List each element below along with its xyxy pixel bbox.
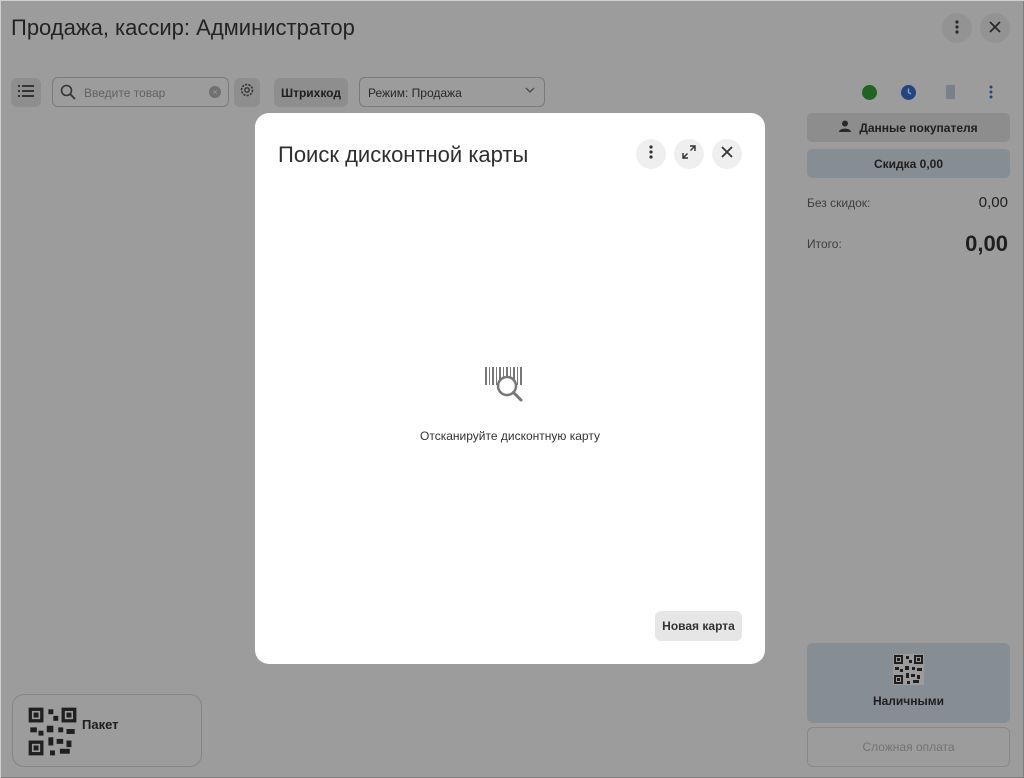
new-card-button[interactable]: Новая карта (655, 611, 742, 641)
dialog-menu-button[interactable] (636, 139, 666, 169)
scan-prompt-text: Отсканируйте дисконтную карту (420, 429, 600, 443)
close-icon (720, 145, 734, 164)
dialog-expand-button[interactable] (674, 139, 704, 169)
dialog-title: Поиск дисконтной карты (278, 142, 529, 167)
pos-app-window: Продажа, кассир: Администратор Введите т… (0, 0, 1024, 778)
barcode-scan-icon (483, 364, 525, 411)
more-vertical-icon (649, 144, 653, 164)
discount-card-search-dialog: Поиск дисконтной карты Отсканируйте диск… (255, 113, 765, 664)
dialog-close-button[interactable] (712, 139, 742, 169)
expand-icon (682, 144, 696, 164)
